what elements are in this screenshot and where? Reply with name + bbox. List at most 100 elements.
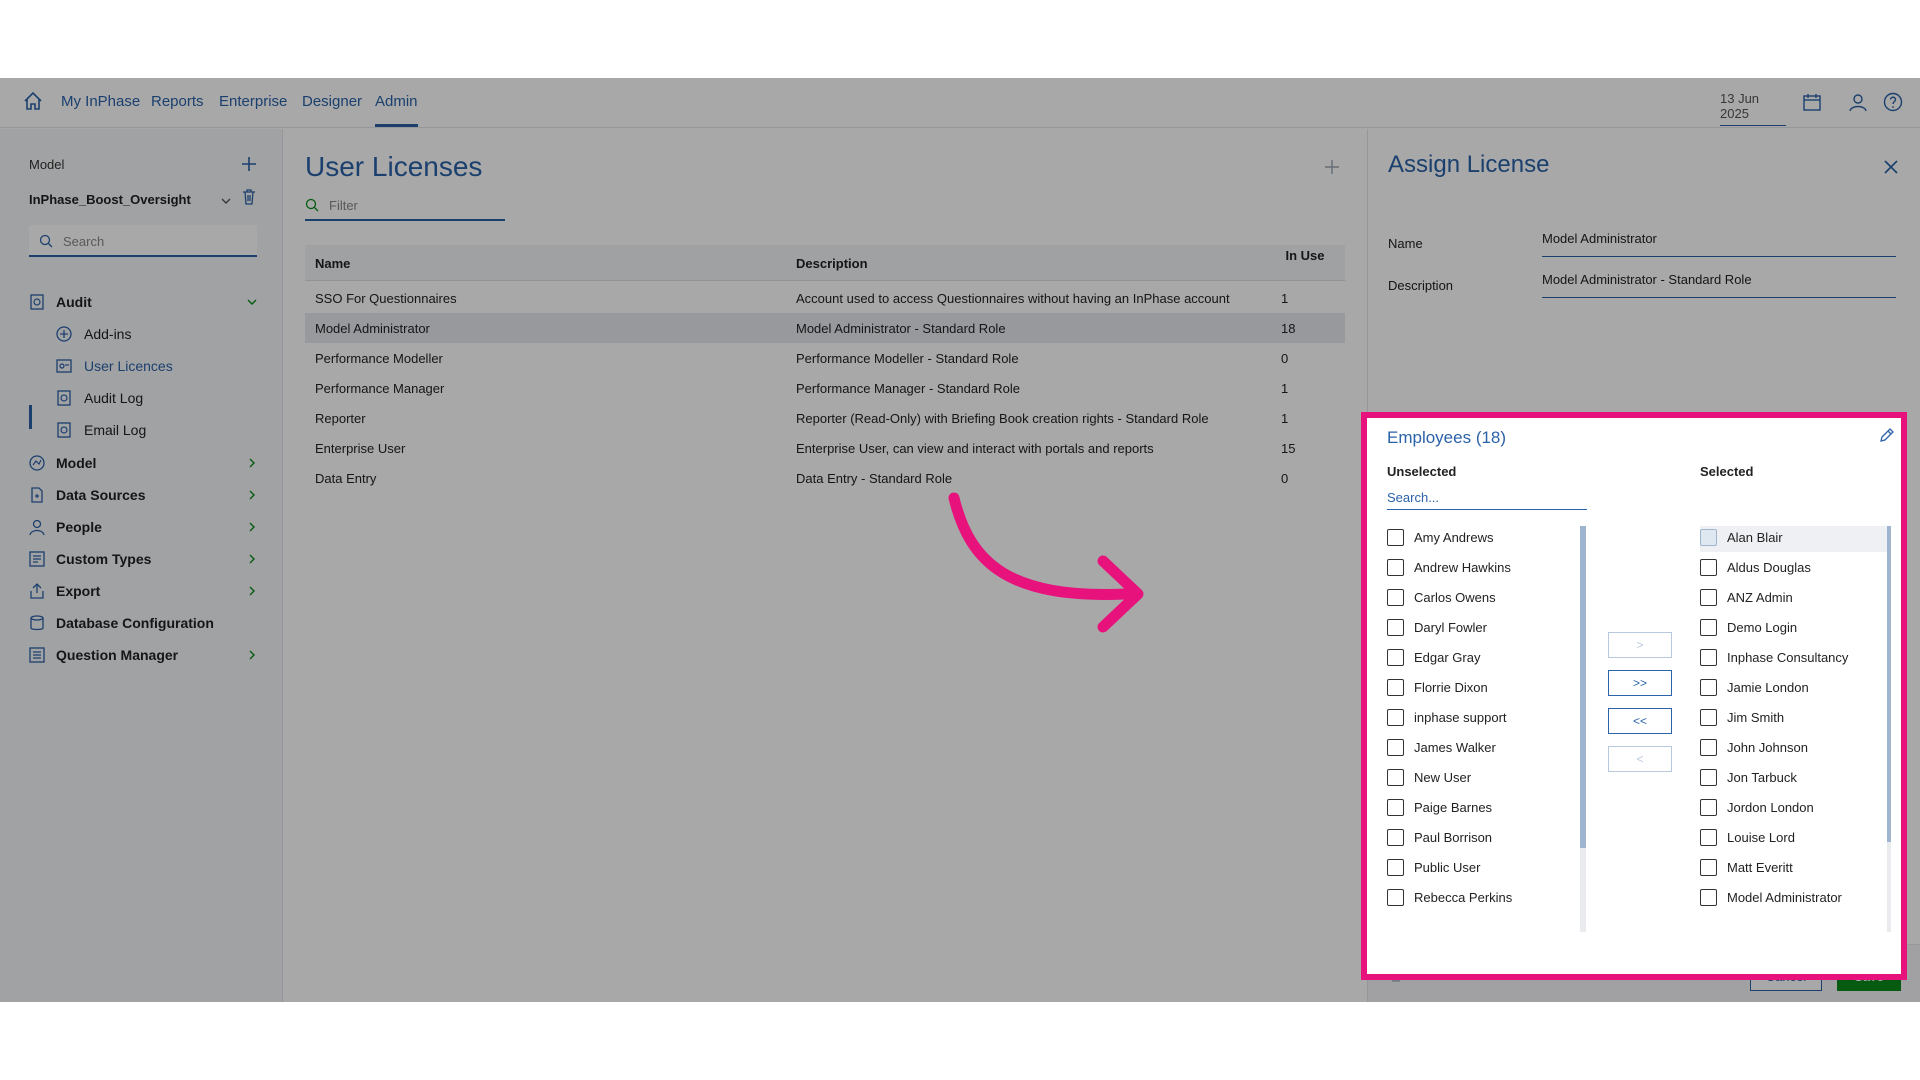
sidebar-item-export[interactable]: Export	[28, 580, 258, 604]
employee-item[interactable]: Louise Lord	[1700, 826, 1880, 852]
checkbox[interactable]	[1700, 619, 1717, 636]
employee-item[interactable]: Florrie Dixon	[1387, 676, 1567, 702]
employee-item[interactable]: Paige Barnes	[1387, 796, 1567, 822]
table-row[interactable]: Reporter Reporter (Read-Only) with Briefi…	[305, 403, 1345, 433]
close-icon[interactable]	[1883, 159, 1899, 175]
delete-model-icon[interactable]	[241, 188, 257, 206]
checkbox[interactable]	[1387, 589, 1404, 606]
checkbox[interactable]	[1387, 529, 1404, 546]
sidebar-item-question-manager[interactable]: Question Manager	[28, 644, 258, 668]
table-row[interactable]: Performance Modeller Performance Modeller…	[305, 343, 1345, 373]
filter-input[interactable]: Filter	[305, 189, 505, 221]
chevron-down-icon[interactable]	[220, 195, 232, 207]
checkbox[interactable]	[1700, 769, 1717, 786]
checkbox[interactable]	[1387, 739, 1404, 756]
sidebar-item-database-configuration[interactable]: Database Configuration	[28, 612, 258, 636]
employee-search-input[interactable]: Search...	[1387, 490, 1587, 510]
unselected-scrollbar[interactable]	[1580, 526, 1586, 932]
table-row[interactable]: Enterprise User Enterprise User, can view…	[305, 433, 1345, 463]
move-all-left-button[interactable]: <<	[1608, 708, 1672, 734]
column-header-description[interactable]: Description	[796, 256, 868, 271]
checkbox[interactable]	[1700, 799, 1717, 816]
employee-item[interactable]: Demo Login	[1700, 616, 1880, 642]
checkbox[interactable]	[1700, 679, 1717, 696]
sidebar-item-user-licences[interactable]: User Licences	[55, 355, 255, 379]
employee-item[interactable]: Daryl Fowler	[1387, 616, 1567, 642]
employee-item[interactable]: Carlos Owens	[1387, 586, 1567, 612]
checkbox[interactable]	[1387, 799, 1404, 816]
nav-enterprise[interactable]: Enterprise	[219, 93, 287, 110]
table-row[interactable]: Data Entry Data Entry - Standard Role 0	[305, 463, 1345, 493]
sidebar-item-audit[interactable]: Audit	[28, 291, 258, 315]
checkbox[interactable]	[1700, 829, 1717, 846]
table-row[interactable]: SSO For Questionnaires Account used to ac…	[305, 283, 1345, 313]
employee-item[interactable]: Jordon London	[1700, 796, 1880, 822]
checkbox[interactable]	[1387, 889, 1404, 906]
checkbox[interactable]	[1700, 889, 1717, 906]
employee-item[interactable]: Matt Everitt	[1700, 856, 1880, 882]
employee-item[interactable]: New User	[1387, 766, 1567, 792]
employee-item[interactable]: Alan Blair	[1700, 526, 1890, 552]
name-field[interactable]: Model Administrator	[1542, 231, 1896, 257]
checkbox[interactable]	[1700, 739, 1717, 756]
employee-item[interactable]: Model Administrator	[1700, 886, 1880, 912]
sidebar-item-add-ins[interactable]: Add-ins	[55, 323, 255, 347]
column-header-name[interactable]: Name	[315, 256, 350, 271]
move-selected-right-button[interactable]: >	[1608, 632, 1672, 658]
nav-admin[interactable]: Admin	[375, 93, 418, 127]
column-header-in-use[interactable]: In Use	[1285, 248, 1325, 263]
sidebar-item-data-sources[interactable]: Data Sources	[28, 484, 258, 508]
employee-item[interactable]: Edgar Gray	[1387, 646, 1567, 672]
checkbox[interactable]	[1700, 709, 1717, 726]
employee-item[interactable]: John Johnson	[1700, 736, 1880, 762]
nav-my-inphase[interactable]: My InPhase	[61, 93, 140, 110]
checkbox[interactable]	[1387, 859, 1404, 876]
add-model-icon[interactable]	[240, 155, 258, 173]
calendar-icon[interactable]	[1801, 91, 1823, 113]
checkbox[interactable]	[1387, 559, 1404, 576]
nav-designer[interactable]: Designer	[302, 93, 362, 110]
add-license-icon[interactable]	[1324, 159, 1340, 175]
checkbox[interactable]	[1387, 769, 1404, 786]
employee-item[interactable]: ANZ Admin	[1700, 586, 1880, 612]
sidebar-search[interactable]: Search	[29, 225, 257, 257]
user-icon[interactable]	[1847, 91, 1869, 113]
employee-item[interactable]: inphase support	[1387, 706, 1567, 732]
sidebar-item-audit-log[interactable]: Audit Log	[55, 387, 255, 411]
employee-item[interactable]: Aldus Douglas	[1700, 556, 1880, 582]
checkbox[interactable]	[1387, 829, 1404, 846]
description-field[interactable]: Model Administrator - Standard Role	[1542, 272, 1896, 298]
employee-item[interactable]: Andrew Hawkins	[1387, 556, 1567, 582]
employee-item[interactable]: Public User	[1387, 856, 1567, 882]
employee-item[interactable]: Jon Tarbuck	[1700, 766, 1880, 792]
scrollbar-thumb[interactable]	[1580, 526, 1586, 848]
checkbox[interactable]	[1700, 529, 1717, 546]
scrollbar-thumb[interactable]	[1887, 526, 1891, 842]
sidebar-item-custom-types[interactable]: Custom Types	[28, 548, 258, 572]
employee-item[interactable]: Rebecca Perkins	[1387, 886, 1567, 912]
checkbox[interactable]	[1700, 859, 1717, 876]
help-icon[interactable]	[1882, 91, 1904, 113]
move-selected-left-button[interactable]: <	[1608, 746, 1672, 772]
edit-icon[interactable]	[1878, 426, 1896, 444]
employee-item[interactable]: Jamie London	[1700, 676, 1880, 702]
table-row[interactable]: Performance Manager Performance Manager -…	[305, 373, 1345, 403]
checkbox[interactable]	[1387, 679, 1404, 696]
date-field[interactable]: 13 Jun 2025	[1720, 91, 1786, 126]
checkbox[interactable]	[1700, 649, 1717, 666]
home-icon[interactable]	[22, 90, 44, 112]
model-select[interactable]: InPhase_Boost_Oversight	[29, 192, 191, 207]
checkbox[interactable]	[1387, 709, 1404, 726]
table-row[interactable]: Model Administrator Model Administrator -…	[305, 313, 1345, 343]
checkbox[interactable]	[1700, 559, 1717, 576]
employee-item[interactable]: Paul Borrison	[1387, 826, 1567, 852]
move-all-right-button[interactable]: >>	[1608, 670, 1672, 696]
sidebar-item-model[interactable]: Model	[28, 452, 258, 476]
nav-reports[interactable]: Reports	[151, 93, 204, 110]
checkbox[interactable]	[1387, 649, 1404, 666]
selected-scrollbar[interactable]	[1887, 526, 1891, 932]
employee-item[interactable]: James Walker	[1387, 736, 1567, 762]
checkbox[interactable]	[1387, 619, 1404, 636]
employee-item[interactable]: Jim Smith	[1700, 706, 1880, 732]
sidebar-item-people[interactable]: People	[28, 516, 258, 540]
